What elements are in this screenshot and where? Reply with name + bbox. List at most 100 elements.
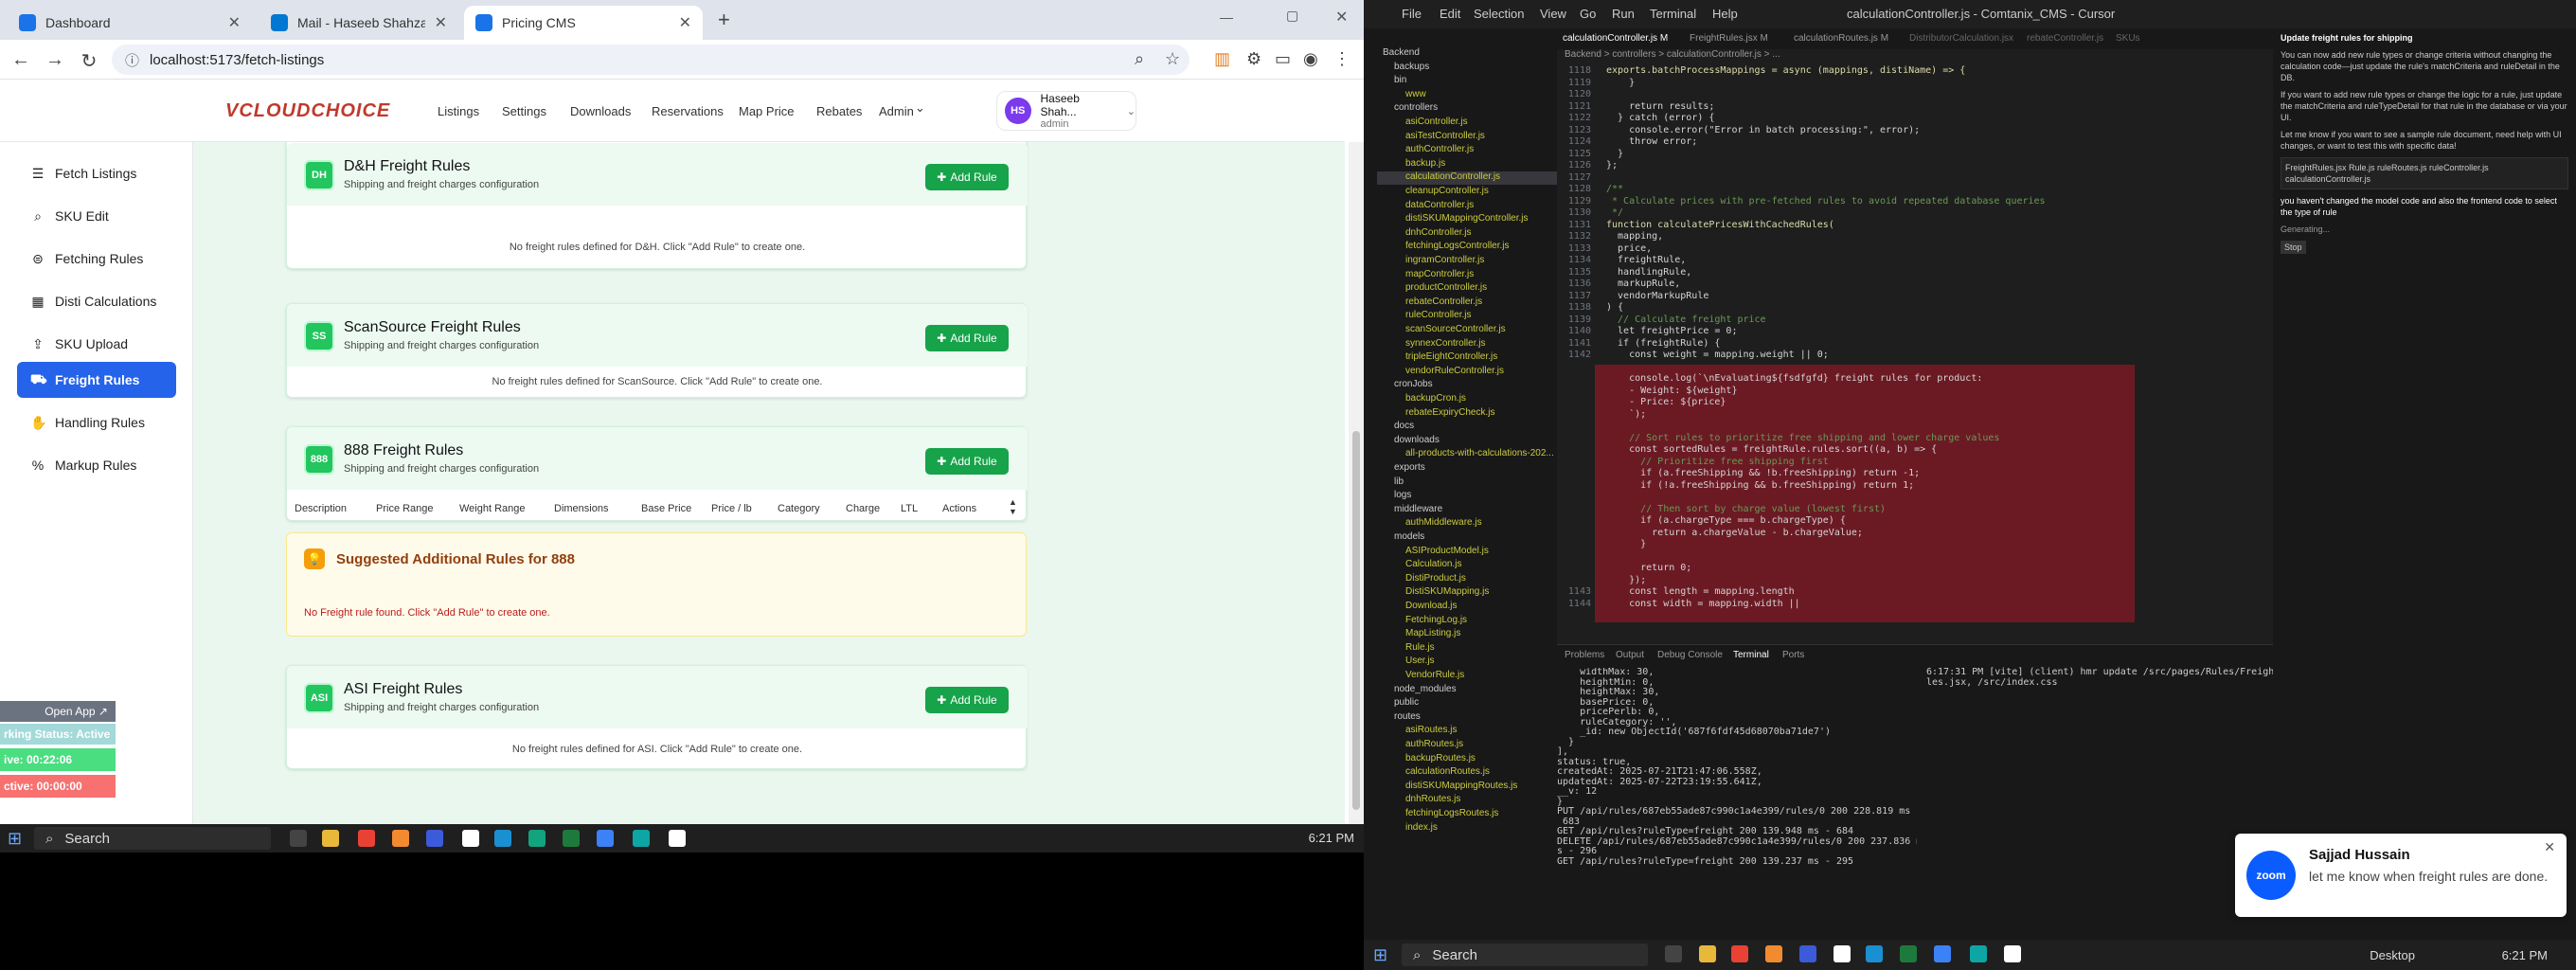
code-text[interactable]: const width = mapping.width || [1606, 599, 1800, 610]
zoom-notification[interactable]: zoom Sajjad Hussain let me know when fre… [2235, 834, 2567, 917]
code-text[interactable]: } catch (error) { [1606, 113, 1714, 124]
app-icon[interactable] [426, 830, 443, 847]
open-app-button[interactable]: Open App ↗ [0, 701, 116, 722]
site-info-icon[interactable]: ⓘ [125, 50, 139, 70]
firefox-icon[interactable] [1765, 945, 1782, 962]
close-icon[interactable]: ✕ [435, 13, 447, 32]
code-text[interactable]: // Then sort by charge value (lowest fir… [1606, 504, 1886, 515]
code-text[interactable]: price, [1606, 243, 1652, 255]
code-text[interactable]: let freightPrice = 0; [1606, 326, 1737, 337]
explorer-file[interactable]: dataController.js [1377, 200, 1557, 213]
code-text[interactable]: return a.chargeValue - b.chargeValue; [1606, 528, 1863, 539]
explorer-folder[interactable]: routes [1377, 711, 1557, 725]
sidebar-item-handling-rules[interactable]: ✋ Handling Rules [17, 404, 176, 440]
explorer-file[interactable]: MapListing.js [1377, 628, 1557, 641]
add-rule-button[interactable]: ✚ Add Rule [925, 448, 1009, 475]
terminal-output[interactable]: widthMax: 30, heightMin: 0, heightMax: 3… [1557, 668, 1917, 914]
task-view-icon[interactable] [290, 830, 307, 847]
nav-rebates[interactable]: Rebates [816, 104, 862, 118]
vcloudchoice-logo[interactable]: VCLOUDCHOICE [225, 100, 390, 122]
explorer-folder[interactable]: logs [1377, 490, 1557, 503]
explorer-folder[interactable]: docs [1377, 421, 1557, 434]
explorer-file[interactable]: authRoutes.js [1377, 739, 1557, 752]
explorer-file[interactable]: Calculation.js [1377, 559, 1557, 572]
code-text[interactable]: }; [1606, 160, 1618, 171]
code-text[interactable]: /** [1606, 184, 1623, 195]
code-text[interactable]: if (!a.freeShipping && b.freeShipping) r… [1606, 480, 1914, 492]
close-icon[interactable]: ✕ [228, 13, 241, 32]
app-icon[interactable] [2004, 945, 2021, 962]
back-icon[interactable]: ← [9, 49, 32, 71]
nav-listings[interactable]: Listings [438, 104, 479, 118]
minimize-icon[interactable]: — [1220, 9, 1233, 25]
menu-go[interactable]: Go [1580, 7, 1596, 21]
explorer-folder[interactable]: downloads [1377, 435, 1557, 448]
firefox-icon[interactable] [392, 830, 409, 847]
window-close-icon[interactable]: ✕ [1335, 8, 1348, 27]
explorer-file[interactable]: distiSKUMappingController.js [1377, 213, 1557, 226]
code-text[interactable]: mapping, [1606, 231, 1663, 242]
explorer-file[interactable]: cleanupController.js [1377, 186, 1557, 199]
nav-reservations[interactable]: Reservations [652, 104, 724, 118]
explorer-file[interactable]: ingramController.js [1377, 255, 1557, 268]
excel-icon[interactable] [563, 830, 580, 847]
editor-tab[interactable]: calculationController.js M [1563, 33, 1668, 44]
explorer-file[interactable]: mapController.js [1377, 269, 1557, 282]
app-icon[interactable] [669, 830, 686, 847]
close-icon[interactable]: ✕ [2544, 839, 2555, 855]
explorer-file[interactable]: index.js [1377, 822, 1557, 835]
app-icon[interactable] [528, 830, 546, 847]
code-text[interactable]: } [1606, 539, 1646, 550]
explorer-folder[interactable]: backups [1377, 62, 1557, 75]
code-text[interactable]: if (freightRule) { [1606, 338, 1720, 350]
nav-downloads[interactable]: Downloads [570, 104, 631, 118]
editor-tab[interactable]: SKUs [2116, 33, 2140, 44]
panel-tab-ports[interactable]: Ports [1782, 650, 1804, 660]
code-text[interactable]: * Calculate prices with pre-fetched rule… [1606, 196, 2046, 207]
code-text[interactable]: vendorMarkupRule [1606, 291, 1708, 302]
taskbar-search[interactable]: ⌕ Search [1402, 943, 1648, 966]
explorer-file[interactable]: asiTestController.js [1377, 131, 1557, 144]
explorer-file[interactable]: fetchingLogsRoutes.js [1377, 808, 1557, 821]
maximize-icon[interactable]: ▢ [1286, 8, 1298, 24]
explorer-file[interactable]: authController.js [1377, 144, 1557, 157]
explorer-file[interactable]: distiSKUMappingRoutes.js [1377, 781, 1557, 794]
explorer-file[interactable]: scanSourceController.js [1377, 324, 1557, 337]
menu-terminal[interactable]: Terminal [1650, 7, 1696, 21]
stop-button[interactable]: Stop [2281, 241, 2306, 254]
explorer-file[interactable]: DistiProduct.js [1377, 573, 1557, 586]
extension-icon[interactable]: ▥ [1214, 49, 1230, 69]
explorer-file[interactable]: VendorRule.js [1377, 670, 1557, 683]
explorer-file[interactable]: DistiSKUMapping.js [1377, 586, 1557, 600]
explorer-folder[interactable]: cronJobs [1377, 379, 1557, 392]
sidebar-item-freight-rules[interactable]: ⛟ Freight Rules [17, 362, 176, 398]
explorer-folder[interactable]: models [1377, 531, 1557, 545]
app-icon[interactable] [633, 830, 650, 847]
editor-tab[interactable]: DistributorCalculation.jsx [1909, 33, 2013, 44]
reload-icon[interactable]: ↻ [78, 49, 100, 73]
app-icon[interactable] [1866, 945, 1883, 962]
app-icon[interactable] [1799, 945, 1816, 962]
explorer-file[interactable]: dnhController.js [1377, 227, 1557, 241]
zoom-icon[interactable]: ⌕ [1135, 49, 1144, 69]
code-text[interactable]: if (a.freeShipping && !b.freeShipping) r… [1606, 468, 1920, 479]
explorer-folder[interactable]: middleware [1377, 504, 1557, 517]
explorer-file[interactable]: Download.js [1377, 601, 1557, 614]
vscode-icon[interactable] [597, 830, 614, 847]
code-text[interactable]: freightRule, [1606, 255, 1686, 266]
sidebar-item-fetching-rules[interactable]: ⊜ Fetching Rules [17, 241, 176, 277]
menu-help[interactable]: Help [1712, 7, 1738, 21]
explorer-folder[interactable]: controllers [1377, 102, 1557, 116]
editor-tab[interactable]: calculationRoutes.js M [1794, 33, 1888, 44]
code-text[interactable]: // Sort rules to prioritize free shippin… [1606, 433, 1999, 444]
windows-start-icon[interactable]: ⊞ [1373, 945, 1387, 965]
explorer-folder[interactable]: lib [1377, 476, 1557, 490]
explorer-file[interactable]: rebateController.js [1377, 296, 1557, 310]
editor-tab[interactable]: rebateController.js [2027, 33, 2103, 44]
nav-admin[interactable]: Admin [879, 104, 914, 118]
explorer-file[interactable]: authMiddleware.js [1377, 517, 1557, 530]
sidebar-item-markup-rules[interactable]: % Markup Rules [17, 447, 176, 483]
explorer-file[interactable]: backup.js [1377, 158, 1557, 171]
menu-file[interactable]: File [1402, 7, 1422, 21]
taskbar-search[interactable]: ⌕ Search [34, 827, 271, 850]
